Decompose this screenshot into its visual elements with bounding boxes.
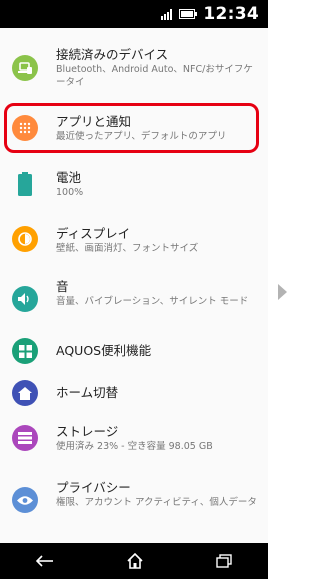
status-bar: 12:34	[0, 0, 268, 28]
setting-title: AQUOS便利機能	[56, 343, 152, 358]
status-time: 12:34	[203, 4, 259, 24]
storage-icon	[12, 425, 38, 451]
setting-subtitle: 壁紙、画面消灯、フォントサイズ	[56, 243, 199, 254]
next-arrow-icon	[278, 284, 287, 300]
setting-title: 音	[56, 279, 69, 294]
setting-title: ホーム切替	[56, 385, 119, 400]
navigation-bar	[0, 543, 268, 579]
setting-connected-devices[interactable]: 接続済みのデバイス Bluetooth、Android Auto、NFC/おサイ…	[0, 28, 268, 98]
recents-icon[interactable]	[216, 554, 232, 568]
setting-subtitle: 権限、アカウント アクティビティ、個人データ	[56, 497, 257, 508]
back-icon[interactable]	[36, 555, 54, 567]
setting-subtitle: 音量、バイブレーション、サイレント モード	[56, 296, 249, 307]
home-nav-icon[interactable]	[126, 553, 144, 569]
setting-apps-notifications[interactable]: アプリと通知 最近使ったアプリ、デフォルトのアプリ	[0, 100, 268, 156]
setting-title: プライバシー	[56, 480, 131, 495]
setting-subtitle: 100%	[56, 187, 84, 198]
connected-devices-icon	[12, 55, 38, 81]
battery-icon	[12, 171, 38, 197]
setting-title: 電池	[56, 170, 82, 185]
apps-grid-icon	[12, 115, 38, 141]
setting-subtitle: 使用済み 23% - 空き容量 98.05 GB	[56, 441, 213, 452]
setting-title: ストレージ	[56, 424, 119, 439]
volume-icon	[12, 286, 38, 312]
setting-privacy[interactable]: プライバシー 権限、アカウント アクティビティ、個人データ	[0, 470, 268, 540]
phone-screen: 12:34 接続済みのデバイス Bluetooth、Android Auto、N…	[0, 0, 268, 579]
battery-status-icon	[179, 9, 198, 19]
brightness-icon	[12, 226, 38, 252]
setting-title: アプリと通知	[56, 114, 132, 129]
setting-title: 接続済みのデバイス	[56, 47, 169, 62]
aquos-grid-icon	[12, 338, 38, 364]
setting-title: ディスプレイ	[56, 226, 131, 241]
setting-subtitle: 最近使ったアプリ、デフォルトのアプリ	[56, 131, 227, 142]
setting-display[interactable]: ディスプレイ 壁紙、画面消灯、フォントサイズ	[0, 212, 268, 268]
signal-icon	[161, 8, 173, 20]
privacy-eye-icon	[12, 487, 38, 513]
setting-sound[interactable]: 音 音量、バイブレーション、サイレント モード	[0, 268, 268, 330]
setting-aquos-features[interactable]: AQUOS便利機能	[0, 330, 268, 372]
setting-home-switch[interactable]: ホーム切替	[0, 372, 268, 414]
setting-battery[interactable]: 電池 100%	[0, 156, 268, 212]
setting-storage[interactable]: ストレージ 使用済み 23% - 空き容量 98.05 GB	[0, 414, 268, 470]
home-icon	[12, 380, 38, 406]
setting-subtitle: Bluetooth、Android Auto、NFC/おサイフケータイ	[56, 64, 253, 88]
